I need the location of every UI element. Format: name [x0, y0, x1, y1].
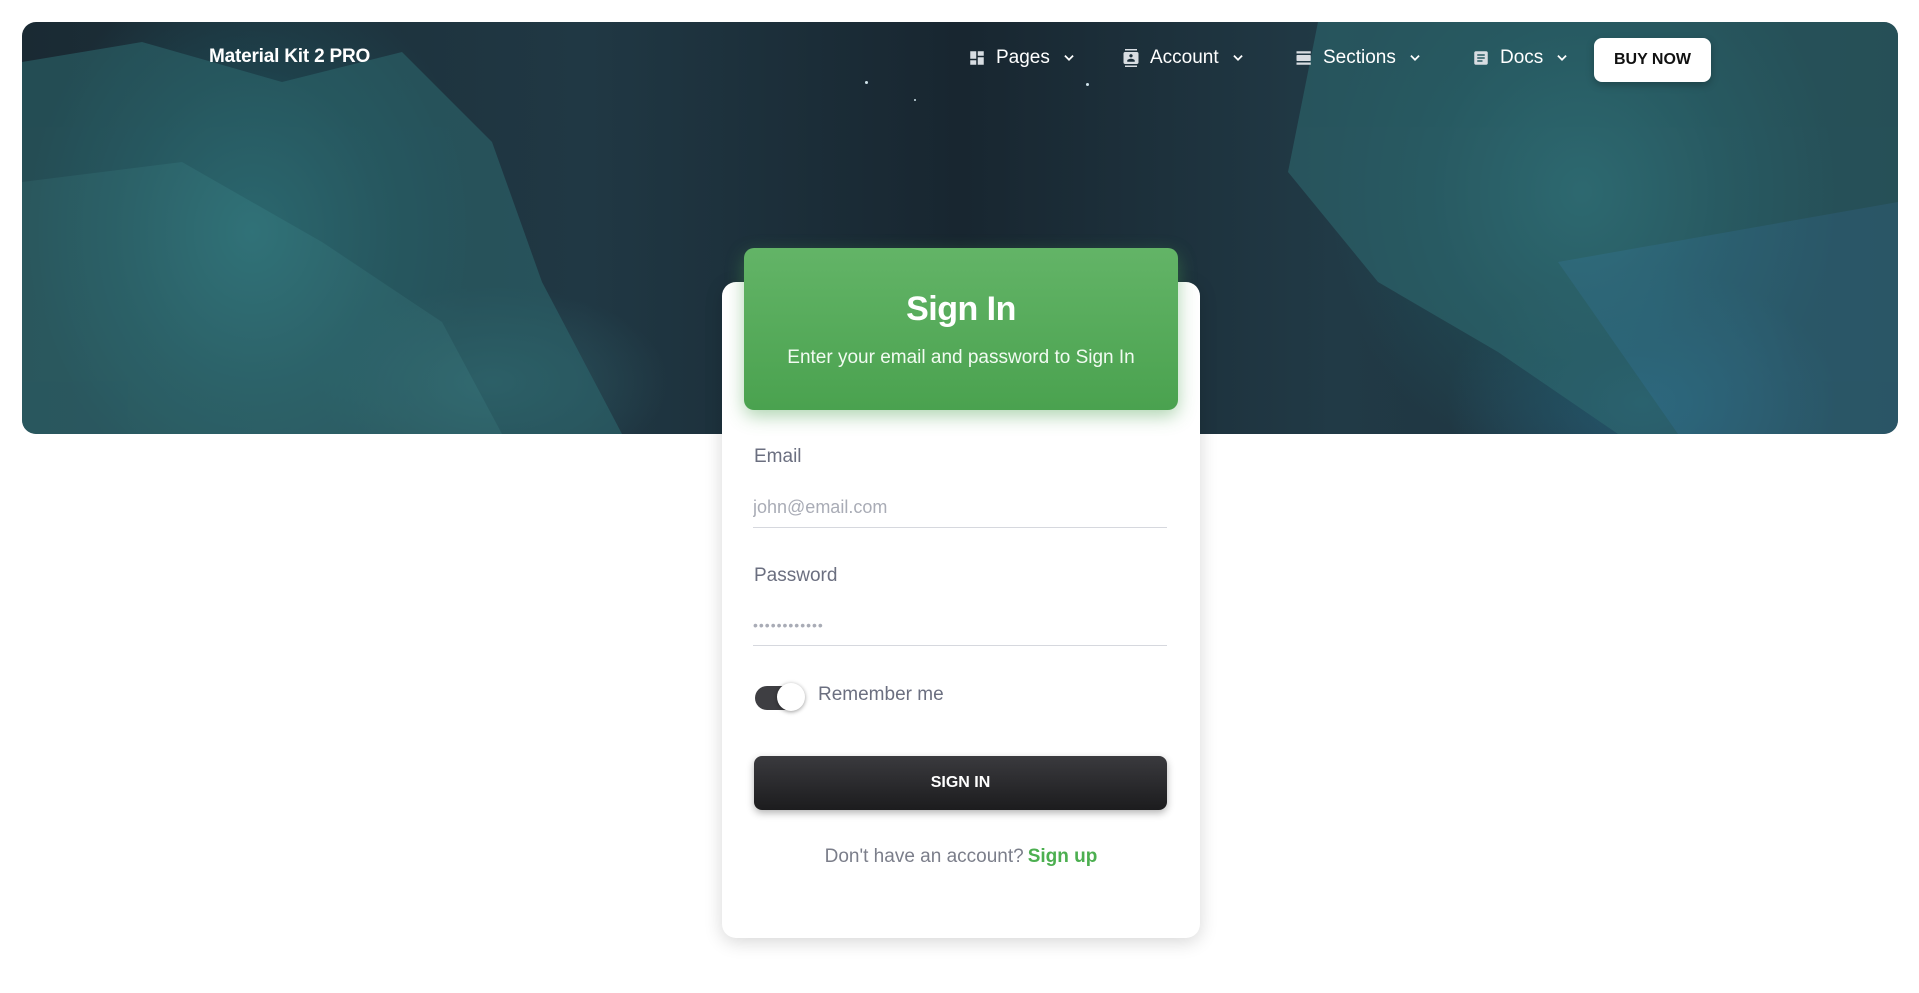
view-day-icon	[1296, 51, 1311, 65]
password-field[interactable]	[753, 605, 1167, 646]
nav-item-label: Sections	[1323, 47, 1396, 68]
brand-logo-text[interactable]: Material Kit 2 PRO	[209, 46, 370, 68]
chevron-down-icon	[1064, 55, 1074, 61]
nav-item-account[interactable]: Account	[1122, 45, 1245, 71]
signin-card-header: Sign In Enter your email and password to…	[744, 248, 1178, 410]
nav-item-docs[interactable]: Docs	[1472, 45, 1569, 71]
nav-item-sections[interactable]: Sections	[1295, 45, 1422, 71]
nav-item-pages[interactable]: Pages	[968, 45, 1076, 71]
chevron-down-icon	[1557, 55, 1567, 61]
no-account-text: Don't have an account?	[824, 846, 1024, 867]
signin-subtitle: Enter your email and password to Sign In	[787, 347, 1135, 368]
password-label: Password	[754, 565, 838, 586]
sign-in-button[interactable]: SIGN IN	[754, 756, 1167, 810]
contact-card-icon	[1123, 49, 1139, 67]
dashboard-icon	[970, 51, 984, 65]
chevron-down-icon	[1410, 55, 1420, 61]
buy-now-button[interactable]: BUY NOW	[1594, 38, 1711, 82]
chevron-down-icon	[1232, 55, 1243, 61]
email-field[interactable]	[753, 487, 1167, 528]
nav-item-label: Pages	[996, 47, 1050, 68]
toggle-knob	[777, 683, 805, 711]
signup-prompt: Don't have an account? Sign up	[722, 846, 1200, 868]
nav-item-label: Docs	[1500, 47, 1544, 68]
article-icon	[1474, 51, 1488, 65]
star-decoration	[914, 99, 916, 101]
sign-up-link[interactable]: Sign up	[1028, 846, 1098, 867]
remember-me-label[interactable]: Remember me	[818, 684, 944, 706]
email-label: Email	[754, 446, 802, 467]
signin-title: Sign In	[906, 290, 1016, 328]
nav-item-label: Account	[1150, 47, 1219, 68]
remember-me-toggle[interactable]	[755, 683, 805, 711]
